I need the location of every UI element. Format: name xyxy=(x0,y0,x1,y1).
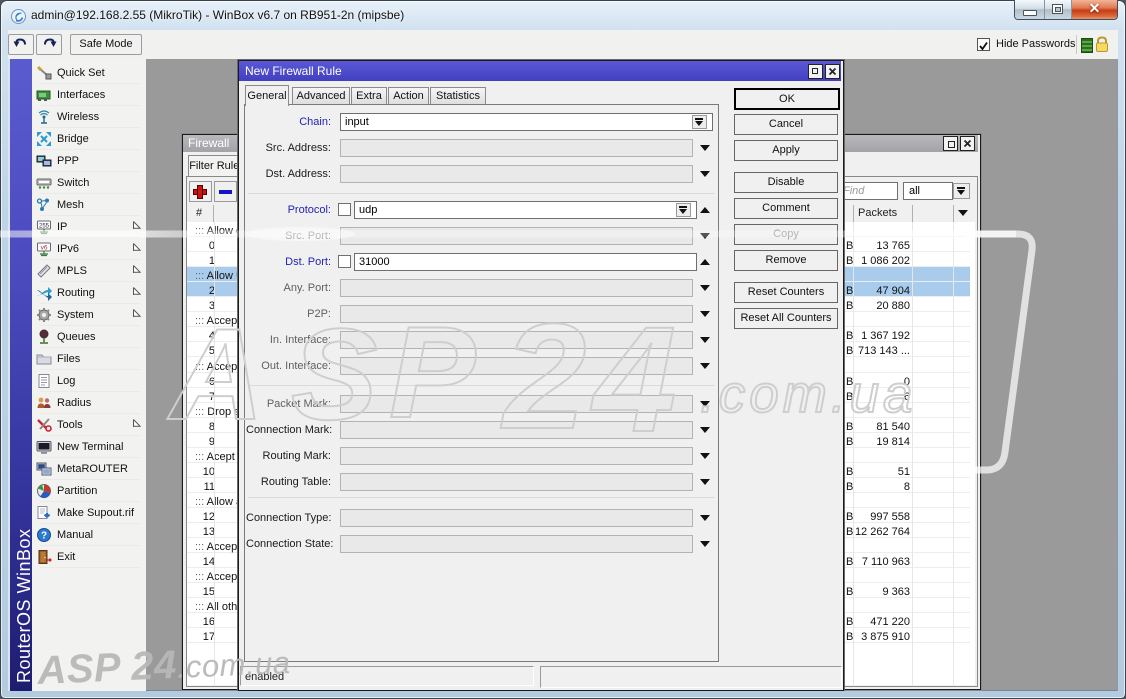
svg-text:v6: v6 xyxy=(41,245,48,252)
svg-text:?: ? xyxy=(41,531,47,542)
svg-text:255: 255 xyxy=(39,224,50,230)
